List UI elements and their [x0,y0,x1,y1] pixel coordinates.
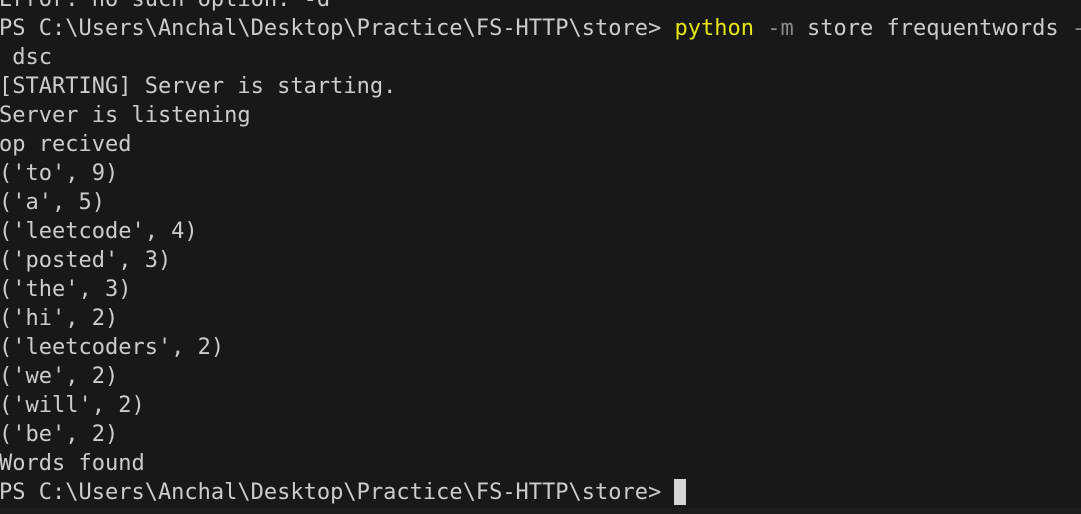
command-flag-o: -o [1072,16,1081,41]
prompt-path: PS C:\Users\Anchal\Desktop\Practice\FS-H… [0,480,662,505]
command-wrap-line: dsc [0,45,52,70]
terminal-output: Error: no such option: -d PS C:\Users\An… [0,0,1081,507]
output-line: op recived [0,132,132,157]
command-flag-m: -m [767,16,794,41]
output-line: ('we', 2) [0,364,119,389]
output-line: [STARTING] Server is starting. [0,74,397,99]
output-line: Server is listening [0,103,251,128]
output-line: ('the', 3) [0,277,132,302]
output-line: ('posted', 3) [0,248,172,273]
command-args: store frequentwords [807,16,1059,41]
command-executable: python [674,16,754,41]
output-line: Words found [0,451,145,476]
text-cursor [674,479,687,505]
output-line: ('will', 2) [0,393,145,418]
output-line: ('leetcoders', 2) [0,335,225,360]
command-line: PS C:\Users\Anchal\Desktop\Practice\FS-H… [0,14,1081,43]
output-line: ('hi', 2) [0,306,119,331]
output-line: ('be', 2) [0,422,119,447]
output-line: ('a', 5) [0,190,105,215]
prompt-path: PS C:\Users\Anchal\Desktop\Practice\FS-H… [0,16,662,41]
output-line: ('leetcode', 4) [0,219,198,244]
prompt-line[interactable]: PS C:\Users\Anchal\Desktop\Practice\FS-H… [0,478,1081,507]
previous-error-line: Error: no such option: -d [0,0,1081,14]
output-line: ('to', 9) [0,161,119,186]
panel-bottom-edge [0,508,1081,514]
terminal-window[interactable]: Error: no such option: -d PS C:\Users\An… [0,0,1081,514]
